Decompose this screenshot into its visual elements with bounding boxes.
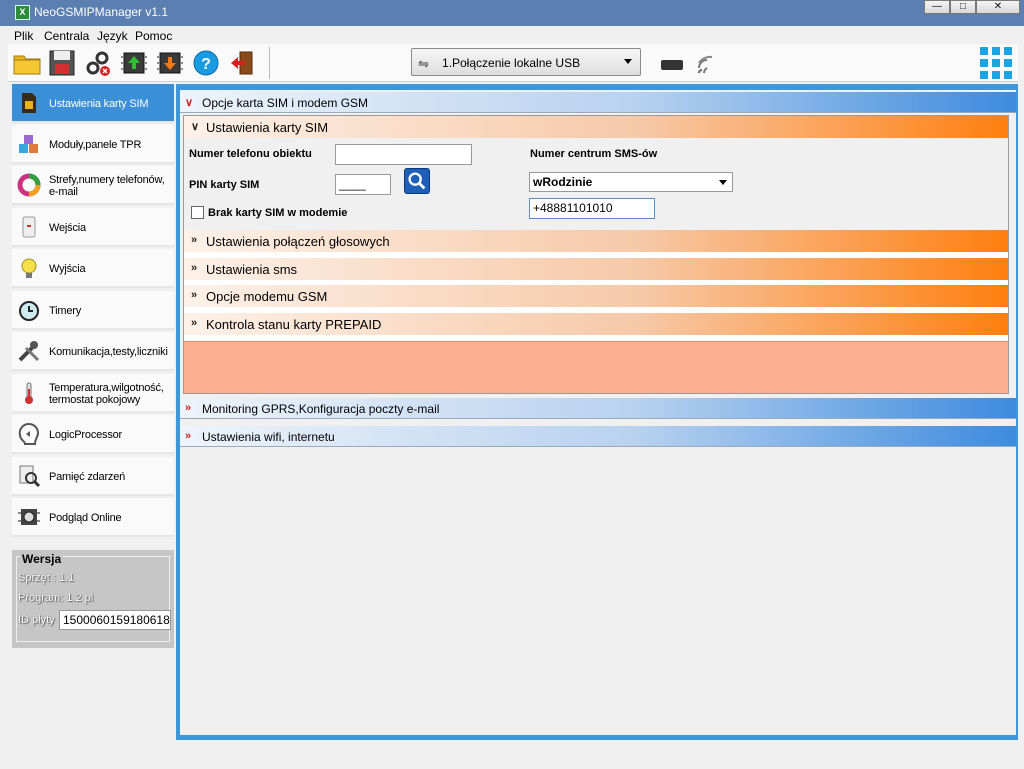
- empty-area: [184, 341, 1008, 393]
- sidebar-item-temperature[interactable]: Temperatura,wilgotność, termostat pokojo…: [12, 374, 174, 413]
- version-title: Wersja: [20, 552, 64, 566]
- maximize-button[interactable]: □: [950, 0, 976, 14]
- connection-select[interactable]: ⇋ 1.Połączenie lokalne USB: [411, 48, 641, 76]
- subsection-sms[interactable]: » Ustawienia sms: [184, 258, 1008, 280]
- menu-centrala[interactable]: Centrala: [44, 29, 89, 43]
- folder-open-icon[interactable]: [12, 48, 42, 78]
- chevron-right-icon: »: [191, 317, 198, 329]
- toolbar: ? ⇋ 1.Połączenie lokalne USB: [8, 44, 1018, 82]
- wifi-signal-icon: [696, 54, 718, 76]
- pin-input[interactable]: ____: [335, 174, 391, 195]
- sidebar-item-inputs[interactable]: Wejścia: [12, 208, 174, 247]
- connection-value: 1.Połączenie lokalne USB: [442, 56, 581, 70]
- chevron-right-icon: »: [185, 430, 192, 442]
- board-id-field[interactable]: 1500060159180618: [59, 610, 171, 630]
- sidebar-item-communication[interactable]: Komunikacja,testy,liczniki: [12, 332, 174, 371]
- sms-center-label: Numer centrum SMS-ów: [530, 148, 658, 160]
- program-version: Program: 1.2 pl: [18, 592, 94, 604]
- main-content: ∨ Opcje karta SIM i modem GSM ∨ Ustawien…: [180, 90, 1016, 735]
- event-log-icon: [19, 465, 41, 488]
- subsection-prepaid[interactable]: » Kontrola stanu karty PREPAID: [184, 313, 1008, 335]
- hardware-version: Sprzęt : 1.1: [18, 572, 75, 584]
- chevron-down-icon: ∨: [185, 97, 194, 109]
- input-sensor-icon: [22, 216, 36, 238]
- modules-cubes-icon: [19, 135, 38, 153]
- sidebar-item-timers[interactable]: Timery: [12, 291, 174, 330]
- menu-jezyk[interactable]: Język: [97, 29, 128, 43]
- exit-icon[interactable]: [227, 48, 257, 78]
- download-from-device-icon[interactable]: [155, 48, 185, 78]
- chevron-right-icon: »: [191, 262, 198, 274]
- sim-card-icon: [22, 93, 36, 113]
- alarm-clock-icon: [19, 301, 39, 321]
- sidebar-item-events[interactable]: Pamięć zdarzeń: [12, 457, 174, 496]
- board-id-label: ID płyty: [18, 614, 55, 626]
- output-bulb-icon: [21, 258, 37, 278]
- chevron-down-icon: ∨: [191, 121, 200, 133]
- search-button[interactable]: [404, 168, 430, 194]
- help-icon[interactable]: ?: [191, 48, 221, 78]
- menu-pomoc[interactable]: Pomoc: [135, 29, 172, 43]
- close-button[interactable]: ✕: [976, 0, 1020, 14]
- toolbar-separator: [269, 47, 270, 79]
- logic-processor-icon: [18, 422, 40, 445]
- sidebar-item-zones[interactable]: Strefy,numery telefonów, e-mail: [12, 166, 174, 205]
- no-sim-label: Brak karty SIM w modemie: [208, 207, 348, 219]
- app-icon: X: [15, 5, 30, 20]
- grid-menu-icon[interactable]: [980, 47, 1014, 81]
- online-preview-icon: [18, 509, 40, 525]
- usb-dongle-icon: [661, 60, 683, 70]
- phone-label: Numer telefonu obiektu: [189, 148, 312, 160]
- search-icon: [408, 172, 426, 190]
- thermometer-icon: [25, 382, 33, 404]
- sidebar: Ustawienia karty SIM Moduły,panele TPR S…: [12, 84, 174, 648]
- chevron-down-icon: [719, 180, 727, 185]
- chevron-right-icon: »: [191, 289, 198, 301]
- subsection-sim-settings[interactable]: ∨ Ustawienia karty SIM: [184, 116, 1008, 138]
- section-wifi[interactable]: » Ustawienia wifi, internetu: [180, 426, 1016, 447]
- sidebar-item-online[interactable]: Podgląd Online: [12, 498, 174, 537]
- sim-form: Numer telefonu obiektu PIN karty SIM ___…: [184, 138, 1008, 230]
- version-panel: Wersja Sprzęt : 1.1 Program: 1.2 pl ID p…: [12, 550, 174, 648]
- zones-ring-icon: [17, 173, 41, 197]
- upload-to-device-icon[interactable]: [119, 48, 149, 78]
- no-sim-checkbox[interactable]: [191, 206, 204, 219]
- save-icon[interactable]: [47, 48, 77, 78]
- sidebar-item-sim[interactable]: Ustawienia karty SIM: [12, 84, 174, 123]
- main-panel: ∨ Opcje karta SIM i modem GSM ∨ Ustawien…: [176, 84, 1018, 740]
- subsection-voice-calls[interactable]: » Ustawienia połączeń głosowych: [184, 230, 1008, 252]
- sim-panel: ∨ Ustawienia karty SIM Numer telefonu ob…: [183, 115, 1009, 394]
- phone-input[interactable]: [335, 144, 472, 165]
- menu-bar: Plik Centrala Język Pomoc: [0, 26, 1024, 44]
- window-title: NeoGSMIPManager v1.1: [34, 5, 169, 19]
- usb-icon: ⇋: [418, 56, 429, 71]
- chevron-down-icon: [624, 59, 632, 64]
- tools-icon: [18, 341, 40, 362]
- sidebar-item-outputs[interactable]: Wyjścia: [12, 249, 174, 288]
- disconnect-icon[interactable]: [83, 48, 113, 78]
- sidebar-item-logic[interactable]: LogicProcessor: [12, 415, 174, 454]
- section-gprs-email[interactable]: » Monitoring GPRS,Konfiguracja poczty e-…: [180, 398, 1016, 419]
- title-bar: X NeoGSMIPManager v1.1 — □ ✕: [0, 0, 1024, 26]
- sidebar-item-modules[interactable]: Moduły,panele TPR: [12, 125, 174, 164]
- pin-label: PIN karty SIM: [189, 179, 260, 191]
- svg-text:?: ?: [201, 56, 211, 73]
- section-sim-modem[interactable]: ∨ Opcje karta SIM i modem GSM: [180, 92, 1016, 113]
- sms-center-number-input[interactable]: +48881101010: [529, 198, 655, 219]
- minimize-button[interactable]: —: [924, 0, 950, 14]
- subsection-gsm-modem[interactable]: » Opcje modemu GSM: [184, 285, 1008, 307]
- sms-center-select[interactable]: wRodzinie: [529, 172, 733, 192]
- chevron-right-icon: »: [191, 234, 198, 246]
- menu-plik[interactable]: Plik: [14, 29, 33, 43]
- chevron-right-icon: »: [185, 402, 192, 414]
